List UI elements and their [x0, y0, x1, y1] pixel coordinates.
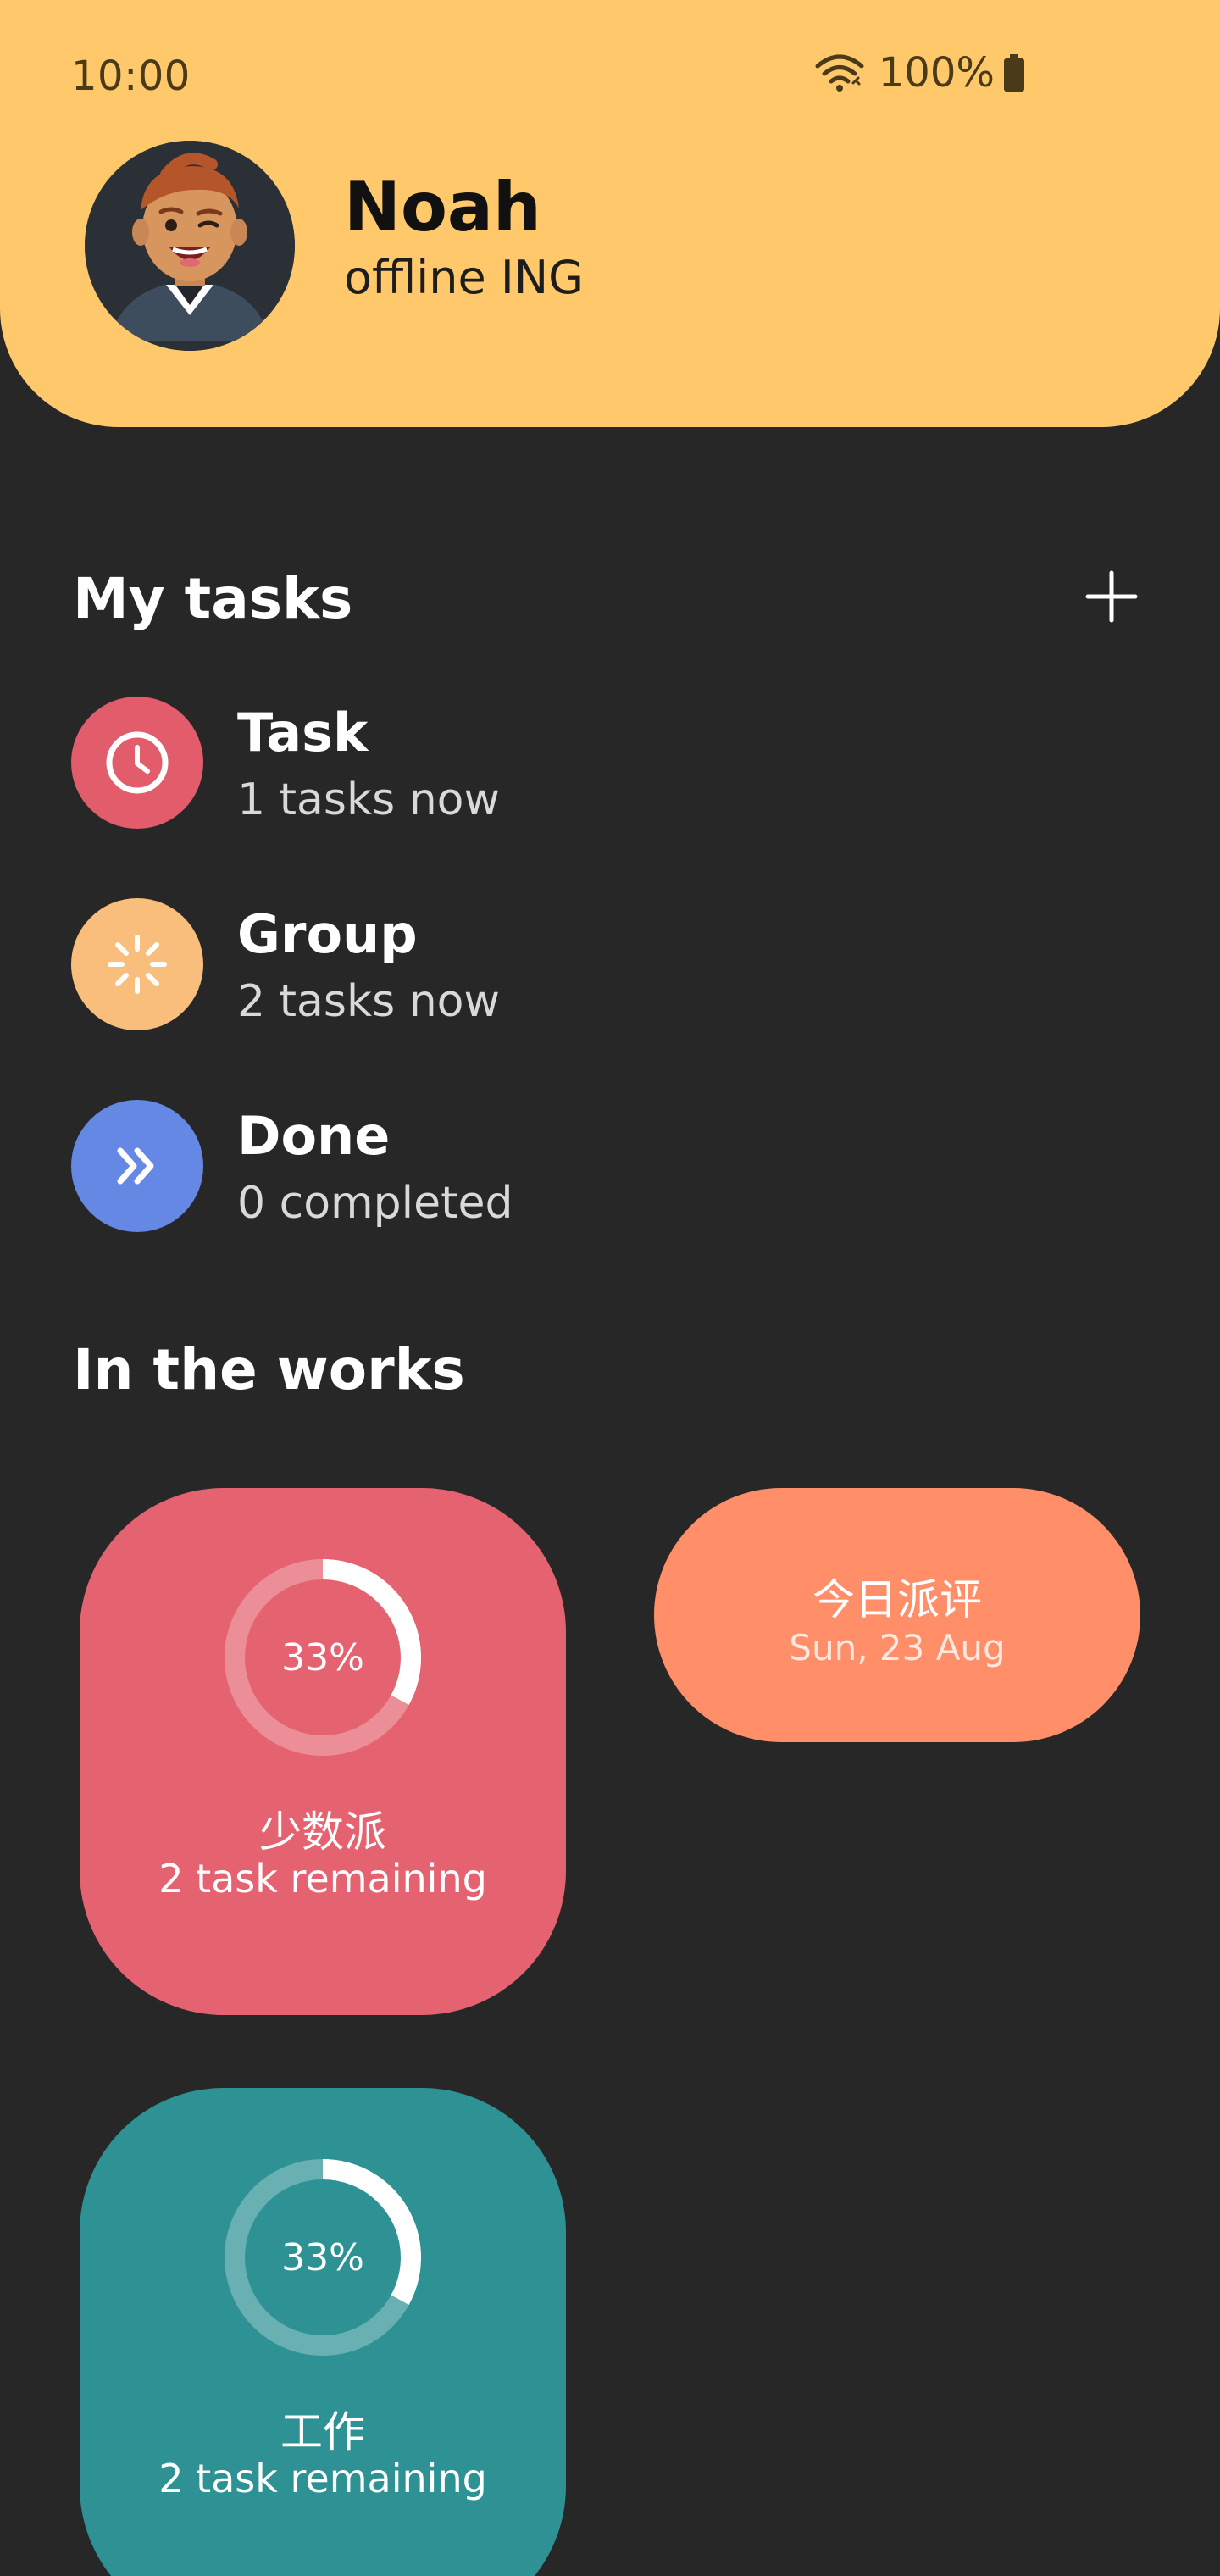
card-title: 工作	[280, 2407, 365, 2457]
plus-icon[interactable]	[1084, 569, 1139, 624]
user-status: offline ING	[344, 251, 585, 304]
user-name: Noah	[344, 168, 541, 247]
progress-ring: 33%	[221, 1556, 424, 1759]
profile-header: 10:00 100% Noah offline ING	[0, 0, 1220, 427]
battery-icon	[1004, 54, 1024, 92]
loader-icon	[108, 935, 167, 994]
progress-label: 33%	[281, 1635, 364, 1679]
card-title: 今日派评	[812, 1575, 982, 1624]
project-card-shaoshupai[interactable]: 33% 少数派 2 task remaining	[80, 1488, 566, 2015]
task-item-subtitle: 2 tasks now	[237, 976, 500, 1027]
project-card-gongzuo[interactable]: 33% 工作 2 task remaining	[80, 2088, 566, 2576]
task-item-subtitle: 0 completed	[237, 1178, 513, 1229]
wifi-icon	[815, 54, 864, 92]
double-chevron-right-icon	[117, 1147, 154, 1185]
progress-label: 33%	[281, 2235, 364, 2279]
in-the-works-title: In the works	[73, 1337, 465, 1402]
card-date: Sun, 23 Aug	[789, 1627, 1006, 1668]
task-circle	[71, 898, 203, 1030]
avatar[interactable]	[85, 141, 295, 351]
battery-percent: 100%	[878, 49, 995, 97]
task-item-group[interactable]: Group 2 tasks now	[71, 898, 1088, 1034]
task-item-done[interactable]: Done 0 completed	[71, 1100, 1088, 1235]
clock-icon	[106, 731, 169, 794]
status-time: 10:00	[71, 53, 191, 100]
task-item-title: Task	[237, 702, 369, 763]
task-item-task[interactable]: Task 1 tasks now	[71, 697, 1088, 832]
progress-ring: 33%	[221, 2156, 424, 2359]
task-item-title: Done	[237, 1105, 391, 1167]
status-icons: 100%	[814, 49, 1025, 97]
card-title: 少数派	[259, 1807, 386, 1857]
card-subtitle: 2 task remaining	[158, 2456, 487, 2501]
avatar-illustration	[85, 141, 295, 351]
task-circle	[71, 1100, 203, 1232]
project-card-jinripaiping[interactable]: 今日派评 Sun, 23 Aug	[654, 1488, 1140, 1742]
card-subtitle: 2 task remaining	[158, 1856, 487, 1901]
task-item-title: Group	[237, 903, 418, 965]
app-screen: 10:00 100% Noah offline ING My tasks Tas…	[0, 0, 1220, 2576]
task-circle	[71, 697, 203, 829]
my-tasks-title: My tasks	[73, 566, 353, 631]
task-item-subtitle: 1 tasks now	[237, 774, 500, 825]
